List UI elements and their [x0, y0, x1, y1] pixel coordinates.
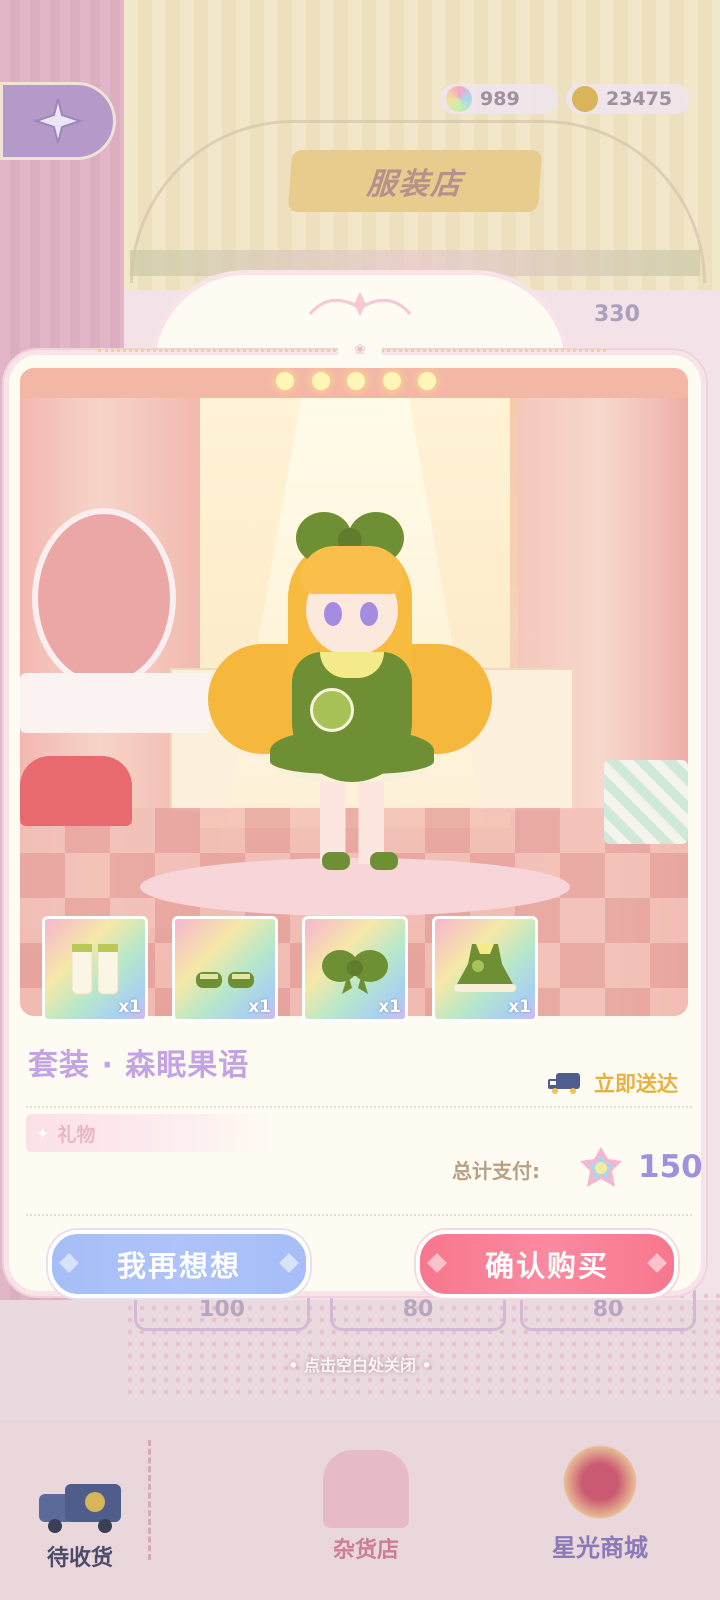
dress-icon — [454, 944, 516, 992]
outfit-name: 套装 · 森眠果语 — [28, 1048, 250, 1083]
delivery-label: 立即送达 — [594, 1072, 678, 1096]
nav-pending-delivery[interactable]: 待收货 — [30, 1480, 130, 1572]
gem-currency[interactable]: 989 — [440, 84, 558, 114]
item-card-socks[interactable]: x1 — [42, 916, 148, 1022]
divider — [26, 1106, 692, 1108]
nav-grocery-store[interactable]: 杂货店 — [306, 1450, 426, 1564]
character-model — [200, 504, 500, 894]
crown-ornament-icon — [308, 292, 412, 316]
shop-title: 服装店 — [365, 167, 464, 202]
small-bow-icon: ❀ — [338, 342, 382, 358]
coin-amount: 23475 — [606, 88, 673, 110]
item-quantity: x1 — [118, 997, 141, 1017]
apple-bag — [310, 688, 354, 732]
star-mall-icon — [558, 1440, 642, 1524]
shoes-icon — [196, 972, 254, 988]
legs — [320, 774, 384, 864]
total-price: 150 — [638, 1149, 703, 1185]
reconsider-label: 我再想想 — [116, 1249, 241, 1283]
shop-title-banner: 服装店 — [287, 150, 543, 212]
diamond-icon — [59, 1253, 79, 1273]
diamond-icon — [279, 1253, 299, 1273]
divider — [26, 1214, 692, 1216]
item-quantity: x1 — [508, 997, 531, 1017]
delivery-truck-icon — [35, 1480, 125, 1534]
rainbow-gem-icon — [580, 1147, 622, 1187]
tag-label: 礼物 — [57, 1123, 96, 1146]
heart-stool — [20, 756, 132, 826]
vanity-mirror — [32, 508, 176, 688]
item-card-dress[interactable]: x1 — [432, 916, 538, 1022]
rainbow-gem-icon — [446, 86, 472, 112]
gem-amount: 989 — [480, 88, 520, 110]
hair-bow-icon — [322, 950, 388, 994]
confirm-purchase-button[interactable]: 确认购买 — [416, 1230, 678, 1298]
gift-box — [604, 760, 688, 844]
shoe — [322, 852, 350, 870]
nav-label: 待收货 — [46, 1546, 113, 1571]
outfit-items: x1 x1 x1 x1 — [42, 916, 538, 1022]
fringe — [300, 546, 404, 594]
back-button[interactable] — [0, 82, 116, 160]
delivery-truck-icon — [548, 1073, 580, 1094]
close-hint: • 点击空白处关闭 • — [288, 1356, 432, 1375]
item-card-hair-bow[interactable]: x1 — [302, 916, 408, 1022]
sparkle-icon: ✦ — [36, 1123, 50, 1143]
diamond-icon — [427, 1253, 447, 1273]
total-label: 总计支付: — [452, 1159, 540, 1183]
coin-currency[interactable]: 23475 — [566, 84, 690, 114]
gift-tag: ✦ 礼物 — [26, 1114, 276, 1152]
item-card-shoes[interactable]: x1 — [172, 916, 278, 1022]
compass-star-icon — [32, 98, 84, 144]
confirm-label: 确认购买 — [484, 1249, 609, 1283]
socks-icon — [71, 943, 119, 995]
diamond-icon — [647, 1253, 667, 1273]
store-icon — [323, 1450, 409, 1528]
gold-coin-icon — [572, 86, 598, 112]
nav-label: 杂货店 — [332, 1538, 399, 1563]
nav-star-mall[interactable]: 星光商城 — [530, 1440, 670, 1563]
dim-item-price: 330 — [594, 302, 640, 327]
shoe — [370, 852, 398, 870]
item-quantity: x1 — [248, 997, 271, 1017]
stage-lights — [276, 372, 436, 390]
eye — [360, 602, 378, 626]
instant-delivery[interactable]: 立即送达 — [546, 1068, 678, 1098]
eye — [324, 602, 342, 626]
vanity-table — [20, 673, 210, 733]
nav-divider — [148, 1440, 151, 1560]
nav-label: 星光商城 — [552, 1534, 648, 1562]
reconsider-button[interactable]: 我再想想 — [48, 1230, 310, 1298]
item-quantity: x1 — [378, 997, 401, 1017]
